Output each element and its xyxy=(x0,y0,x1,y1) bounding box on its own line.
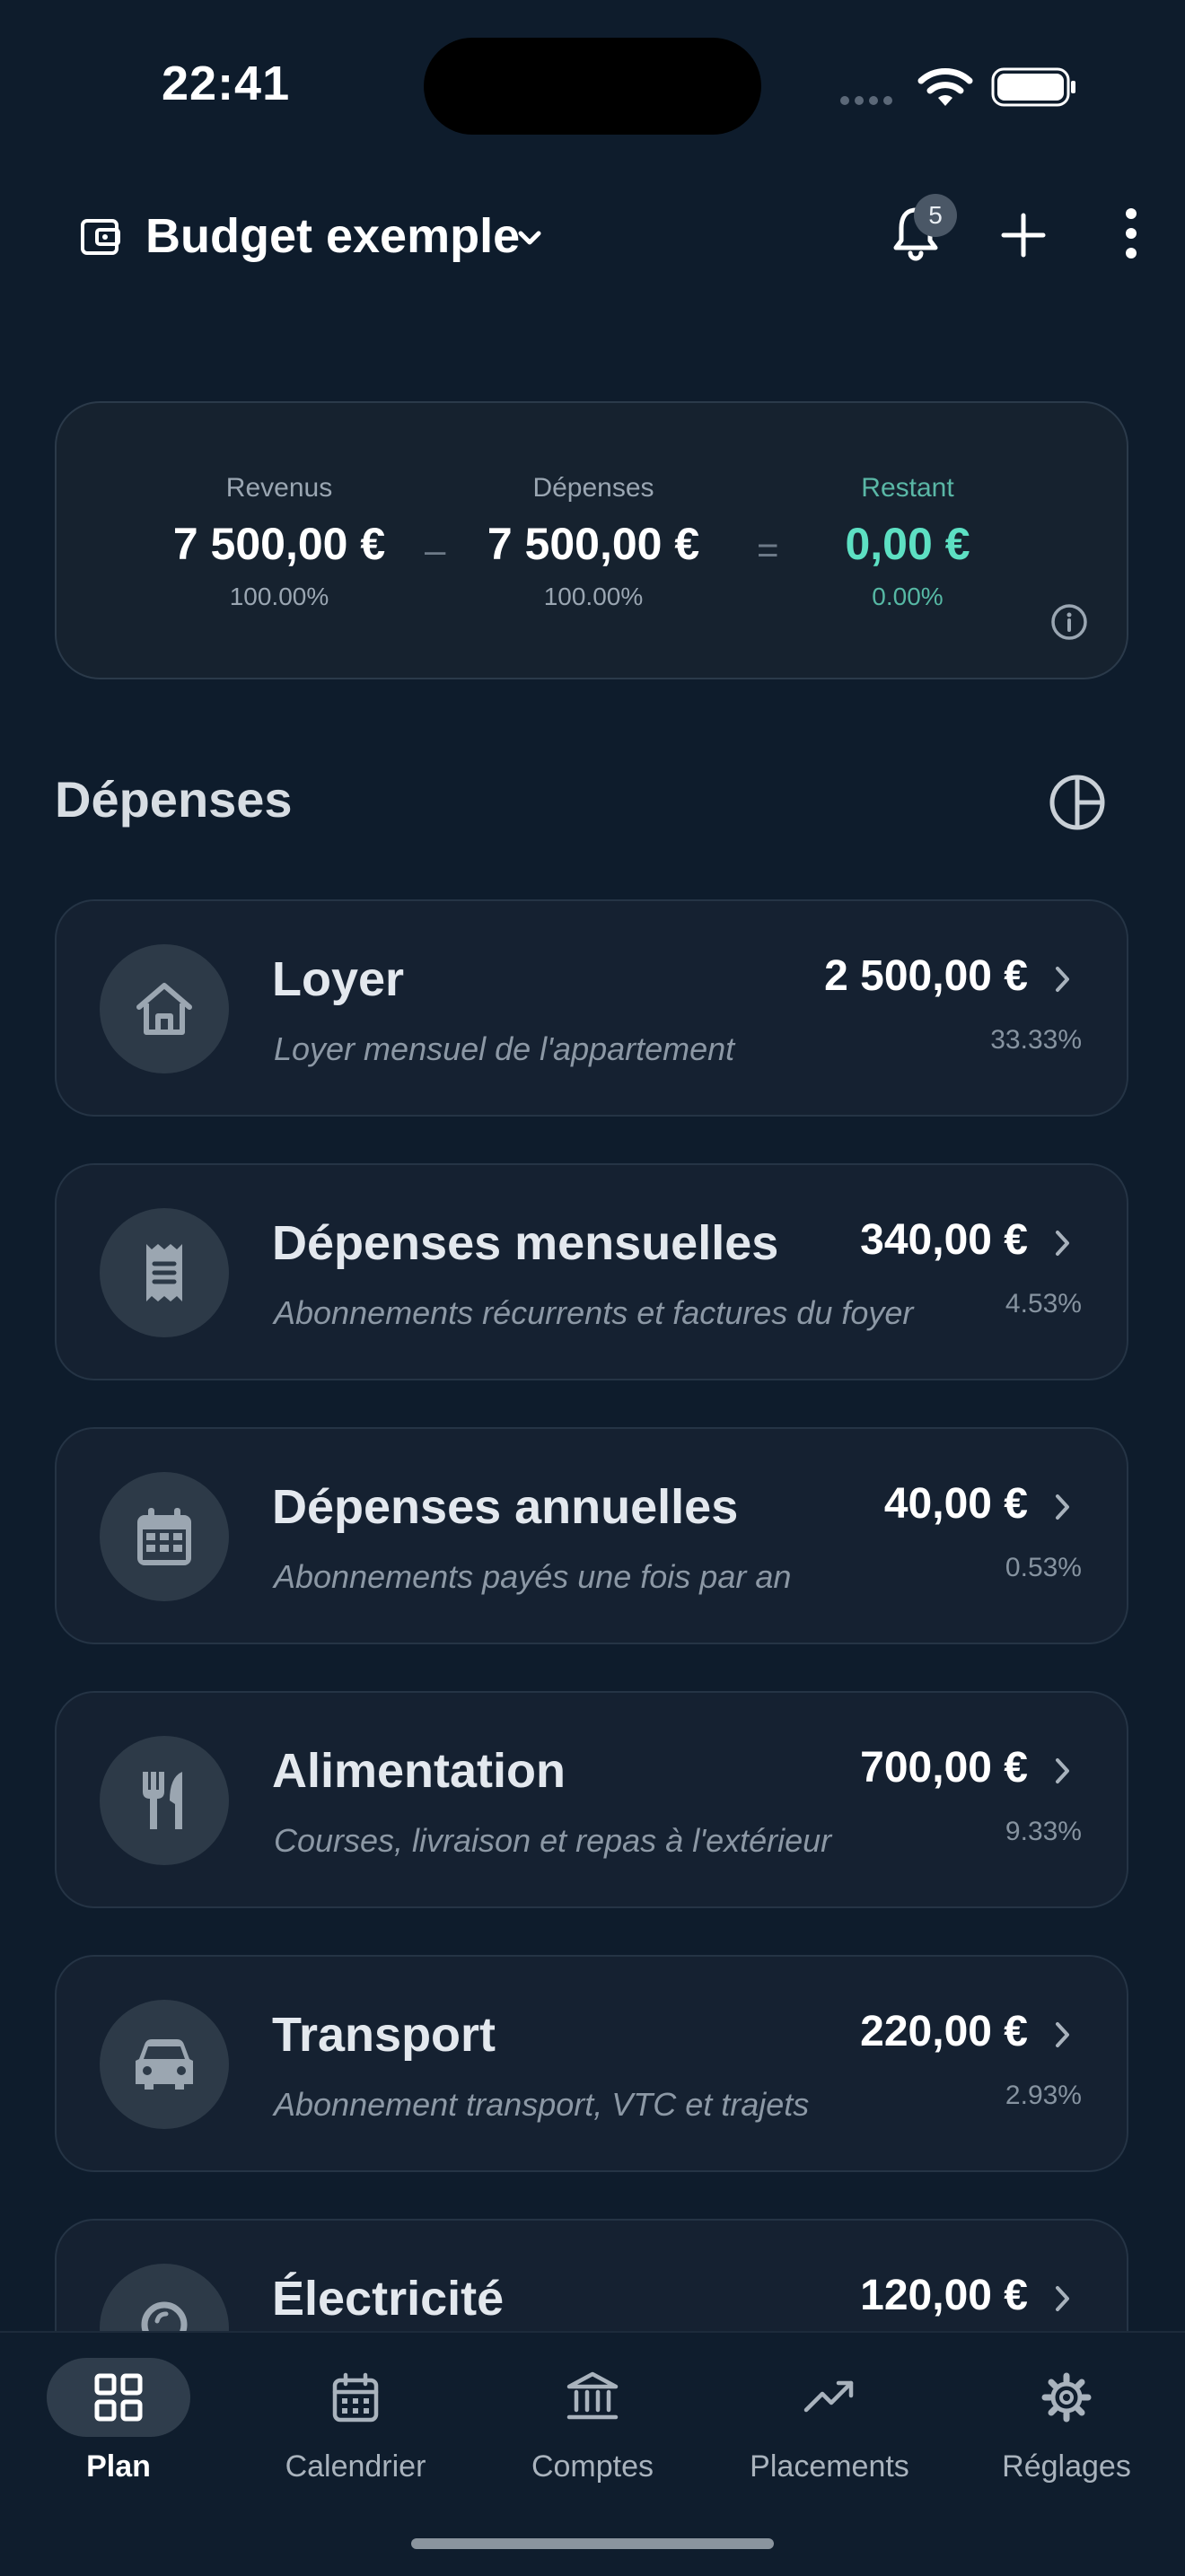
minus-sign: – xyxy=(425,529,446,571)
wifi-icon xyxy=(917,68,973,106)
remaining-percent: 0.00% xyxy=(872,583,944,610)
more-vertical-icon[interactable] xyxy=(1113,206,1149,260)
plus-icon[interactable] xyxy=(996,208,1050,262)
expenses-value: 7 500,00 € xyxy=(487,519,700,569)
income-value: 7 500,00 € xyxy=(172,519,386,569)
category-name: Transport xyxy=(272,2008,496,2062)
category-card-transport[interactable]: Transport Abonnement transport, VTC et t… xyxy=(55,1955,1128,2172)
category-icon-circle xyxy=(100,2000,229,2129)
category-amount: 340,00 € xyxy=(860,1216,1028,1264)
remaining-value: 0,00 € xyxy=(845,519,970,569)
category-card-alimentation[interactable]: Alimentation Courses, livraison et repas… xyxy=(55,1691,1128,1908)
nav-icon-wrap xyxy=(995,2358,1138,2437)
nav-label: Placements xyxy=(750,2449,909,2484)
category-icon-circle xyxy=(100,1208,229,1337)
gear-icon xyxy=(1041,2372,1092,2423)
nav-item-placements[interactable]: Placements xyxy=(711,2358,948,2484)
income-percent: 100.00% xyxy=(229,583,329,610)
car-icon xyxy=(136,2039,193,2090)
category-card-depenses-mensuelles[interactable]: Dépenses mensuelles Abonnements récurren… xyxy=(55,1163,1128,1380)
category-icon-circle xyxy=(100,944,229,1073)
info-icon[interactable] xyxy=(1049,602,1089,642)
category-amount: 220,00 € xyxy=(860,2008,1028,2055)
category-description: Loyer mensuel de l'appartement xyxy=(274,1030,735,1067)
budget-selector[interactable]: Budget exemple xyxy=(145,208,520,264)
nav-icon-wrap xyxy=(284,2358,427,2437)
nav-active-indicator xyxy=(47,2358,190,2437)
chevron-right-icon xyxy=(1056,1231,1069,1256)
remaining-label: Restant xyxy=(861,473,954,503)
category-icon-circle xyxy=(100,1472,229,1601)
nav-label: Comptes xyxy=(531,2449,654,2484)
receipt-icon xyxy=(146,1244,182,1301)
category-amount: 40,00 € xyxy=(883,1480,1028,1528)
restaurant-icon xyxy=(143,1772,182,1829)
battery-icon xyxy=(991,67,1075,107)
category-percent: 0.53% xyxy=(1005,1553,1082,1582)
wallet-icon xyxy=(81,219,120,255)
category-description: Courses, livraison et repas à l'extérieu… xyxy=(274,1822,832,1859)
remaining-summary: Restant 0,00 € 0.00% xyxy=(791,473,1024,611)
pie-chart-icon[interactable] xyxy=(1047,772,1108,833)
income-label: Revenus xyxy=(225,473,333,503)
category-description: Abonnements récurrents et factures du fo… xyxy=(274,1294,914,1331)
chevron-down-icon[interactable] xyxy=(512,221,548,257)
category-name: Dépenses annuelles xyxy=(272,1480,739,1534)
calendar-icon xyxy=(137,1508,191,1565)
expenses-summary: Dépenses 7 500,00 € 100.00% xyxy=(477,473,710,611)
category-description: Abonnements payés une fois par an xyxy=(274,1558,792,1595)
category-percent: 4.53% xyxy=(1005,1289,1082,1319)
category-percent: 9.33% xyxy=(1005,1817,1082,1846)
home-icon xyxy=(136,983,192,1035)
notification-badge: 5 xyxy=(914,194,957,237)
nav-icon-wrap xyxy=(521,2358,664,2437)
category-amount: 120,00 € xyxy=(860,2272,1028,2319)
income-summary: Revenus 7 500,00 € 100.00% xyxy=(162,473,396,611)
category-card-loyer[interactable]: Loyer Loyer mensuel de l'appartement 2 5… xyxy=(55,899,1128,1117)
chevron-right-icon xyxy=(1056,967,1069,992)
bank-icon xyxy=(566,2371,619,2420)
nav-item-plan[interactable]: Plan xyxy=(0,2358,237,2484)
chevron-right-icon xyxy=(1056,1494,1069,1520)
category-name: Électricité xyxy=(272,2272,505,2326)
cellular-signal-icon xyxy=(840,93,898,110)
category-card-depenses-annuelles[interactable]: Dépenses annuelles Abonnements payés une… xyxy=(55,1427,1128,1644)
section-title: Dépenses xyxy=(55,771,293,828)
category-percent: 2.93% xyxy=(1005,2081,1082,2110)
dynamic-island xyxy=(424,38,761,135)
category-amount: 2 500,00 € xyxy=(824,952,1028,1000)
nav-label: Calendrier xyxy=(285,2449,426,2484)
category-icon-circle xyxy=(100,1736,229,1865)
expenses-label: Dépenses xyxy=(532,473,654,503)
chevron-right-icon xyxy=(1056,1758,1069,1783)
home-indicator xyxy=(411,2538,774,2549)
nav-label: Plan xyxy=(86,2449,151,2484)
status-time: 22:41 xyxy=(162,57,291,110)
chevron-right-icon xyxy=(1056,2286,1069,2311)
grid-icon xyxy=(94,2373,143,2422)
category-name: Alimentation xyxy=(272,1744,566,1798)
nav-item-calendrier[interactable]: Calendrier xyxy=(237,2358,474,2484)
category-name: Loyer xyxy=(272,952,405,1006)
category-name: Dépenses mensuelles xyxy=(272,1216,779,1270)
nav-icon-wrap xyxy=(758,2358,901,2437)
nav-item-comptes[interactable]: Comptes xyxy=(474,2358,711,2484)
category-percent: 33.33% xyxy=(990,1025,1082,1055)
expenses-percent: 100.00% xyxy=(543,583,644,610)
calendar-icon xyxy=(332,2372,379,2423)
category-amount: 700,00 € xyxy=(860,1744,1028,1792)
nav-label: Réglages xyxy=(1002,2449,1131,2484)
category-description: Abonnement transport, VTC et trajets xyxy=(274,2086,810,2123)
trending-up-icon xyxy=(803,2380,854,2413)
chevron-right-icon xyxy=(1056,2022,1069,2047)
equals-sign: = xyxy=(757,529,779,571)
nav-item-reglages[interactable]: Réglages xyxy=(948,2358,1185,2484)
summary-card: Revenus 7 500,00 € 100.00% – Dépenses 7 … xyxy=(55,401,1128,679)
